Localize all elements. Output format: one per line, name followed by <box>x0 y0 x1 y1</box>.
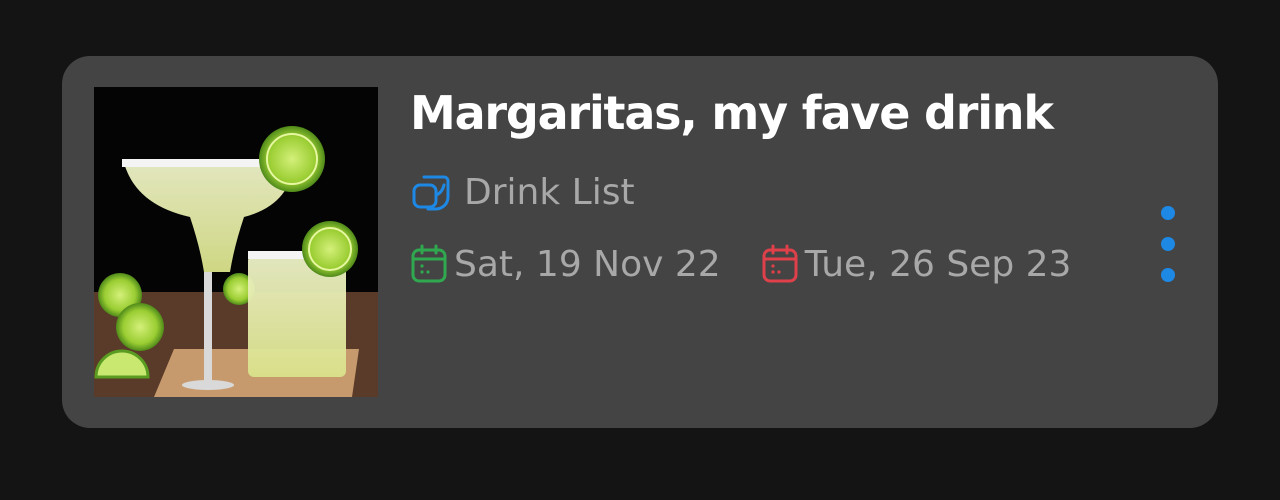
drink-thumbnail <box>94 87 378 397</box>
start-date: Sat, 19 Nov 22 <box>454 243 721 285</box>
item-card[interactable]: Margaritas, my fave drink Drink List Sat… <box>62 56 1218 428</box>
end-date-group: Tue, 26 Sep 23 <box>761 243 1072 285</box>
more-vertical-icon-dot <box>1161 237 1175 251</box>
end-date: Tue, 26 Sep 23 <box>804 243 1072 285</box>
start-date-group: Sat, 19 Nov 22 <box>410 244 721 285</box>
card-title: Margaritas, my fave drink <box>410 86 1054 140</box>
more-options-button[interactable] <box>1154 206 1182 282</box>
date-row: Sat, 19 Nov 22 Tue, 26 Sep 23 <box>410 242 1071 286</box>
list-copy-icon <box>410 171 452 213</box>
list-name: Drink List <box>464 171 635 213</box>
calendar-icon <box>410 244 448 284</box>
more-vertical-icon <box>1161 206 1175 220</box>
more-vertical-icon-dot <box>1161 268 1175 282</box>
list-info: Drink List <box>410 170 635 214</box>
calendar-icon <box>761 244 799 284</box>
